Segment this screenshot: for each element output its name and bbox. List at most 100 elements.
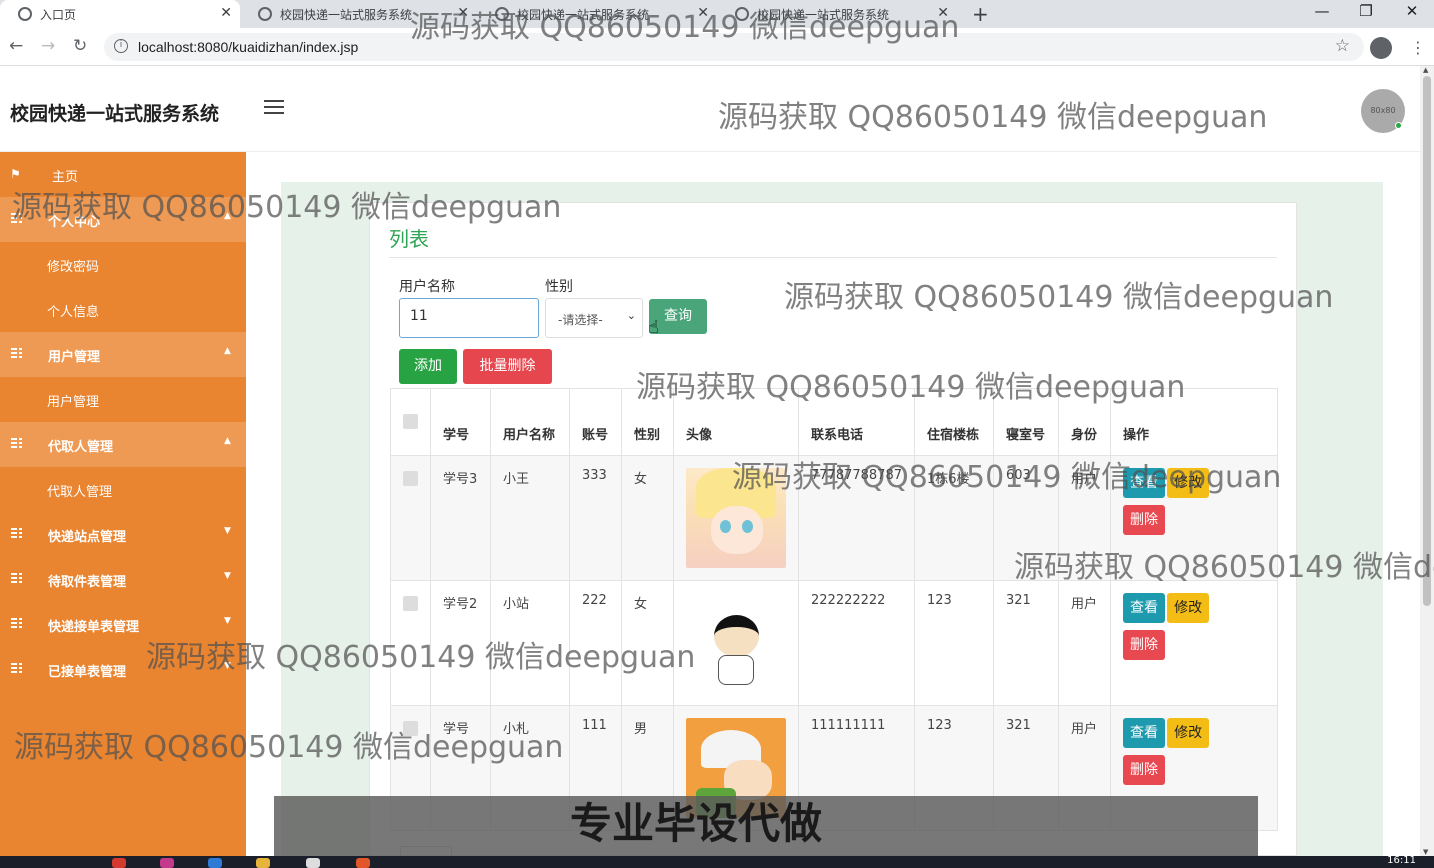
browser-tab[interactable]: 入口页 ✕ [0,0,240,28]
browser-tab[interactable]: 校园快递一站式服务系统 ✕ [240,0,477,28]
cell-actions: 查看 修改 删除 [1110,455,1278,581]
browser-tab-bar: 入口页 ✕ 校园快递一站式服务系统 ✕ 校园快递一站式服务系统 ✕ 校园快递一站… [0,0,1434,28]
scrollbar-thumb[interactable] [1423,76,1431,606]
address-bar[interactable]: i localhost:8080/kuaidizhan/index.jsp ☆ [104,33,1364,61]
delete-button[interactable]: 删除 [1123,630,1165,660]
taskbar-app-icon[interactable] [256,858,270,868]
card-title: 列表 [389,227,429,251]
edit-button[interactable]: 修改 [1167,468,1210,498]
row-checkbox[interactable] [403,721,418,736]
gender-select[interactable]: -请选择- ⌄ [545,298,643,338]
hamburger-icon[interactable] [264,100,284,118]
sidebar-item-personal-info[interactable]: 个人信息 [0,287,246,332]
browser-tab[interactable]: 校园快递一站式服务系统 ✕ [477,0,717,28]
info-icon[interactable]: i [114,39,128,53]
sidebar-group-users[interactable]: 用户管理 ▲ [0,332,246,377]
view-button[interactable]: 查看 [1123,468,1165,498]
sidebar-group-pickup[interactable]: 待取件表管理 ▼ [0,557,246,602]
close-icon[interactable]: ✕ [220,5,232,21]
sidebar-group-stations[interactable]: 快递站点管理 ▼ [0,512,246,557]
gender-label: 性别 [545,279,573,295]
os-taskbar: 16:11 [0,855,1434,868]
sidebar-group-couriers[interactable]: 代取人管理 ▲ [0,422,246,467]
sidebar-group-personal[interactable]: 个人中心 ▲ [0,197,246,242]
table-row: 学号2 小站 222 女 222222222 123 321 用户 查看 修改 … [390,580,1278,706]
sidebar-group-orders[interactable]: 快递接单表管理 ▼ [0,602,246,647]
column-header: 身份 [1058,388,1111,456]
user-avatar-image[interactable] [686,468,786,568]
column-header: 住宿楼栋 [914,388,994,456]
close-icon[interactable]: ✕ [457,5,469,21]
browser-menu-icon[interactable]: ⋮ [1410,38,1426,57]
profile-icon[interactable] [1370,37,1392,59]
table-header-row: 学号 用户名称 账号 性别 头像 联系电话 住宿楼栋 寝室号 身份 操作 [390,388,1278,456]
view-button[interactable]: 查看 [1123,718,1165,748]
restore-icon[interactable]: ❐ [1346,2,1386,20]
url-text[interactable]: localhost:8080/kuaidizhan/index.jsp [138,39,358,55]
sidebar: ⚑ 主页 个人中心 ▲ 修改密码 个人信息 用户管理 ▲ 用户管理 代取人管理 … [0,152,246,856]
cell-phone: 77787788787 [798,455,915,581]
taskbar-app-icon[interactable] [160,858,174,868]
delete-button[interactable]: 删除 [1123,505,1165,535]
column-header: 头像 [673,388,799,456]
sidebar-item-home[interactable]: ⚑ 主页 [0,152,246,197]
scroll-down-icon[interactable]: ▼ [1423,848,1428,856]
column-header: 联系电话 [798,388,915,456]
add-button[interactable]: 添加 [399,349,457,384]
minimize-icon[interactable]: — [1302,2,1342,20]
chevron-up-icon: ▲ [224,346,231,356]
row-select-cell [390,580,431,706]
browser-tab[interactable]: 校园快递一站式服务系统 ✕ [717,0,957,28]
close-icon[interactable]: ✕ [937,5,949,21]
sidebar-item-couriers[interactable]: 代取人管理 [0,467,246,512]
username-search-input[interactable]: 11 [399,298,539,338]
avatar[interactable]: 80x80 [1361,89,1405,133]
taskbar-app-icon[interactable] [306,858,320,868]
cell-xuehao: 学号2 [430,580,491,706]
cell-name: 小王 [490,455,570,581]
page-scrollbar[interactable]: ▲ ▼ [1420,66,1434,856]
sidebar-item-users[interactable]: 用户管理 [0,377,246,422]
new-tab-icon[interactable]: + [972,2,989,26]
user-table: 学号 用户名称 账号 性别 头像 联系电话 住宿楼栋 寝室号 身份 操作 学号3… [390,388,1278,831]
forward-icon[interactable]: → [41,36,55,56]
list-card: 列表 用户名称 性别 11 -请选择- ⌄ 查询 ☝ 添加 批量删除 学号 用户… [369,202,1297,856]
app-title: 校园快递一站式服务系统 [10,103,220,125]
browser-toolbar: ← → ↻ i localhost:8080/kuaidizhan/index.… [0,28,1434,66]
reload-icon[interactable]: ↻ [73,36,87,56]
taskbar-app-icon[interactable] [208,858,222,868]
edit-button[interactable]: 修改 [1167,593,1210,623]
back-icon[interactable]: ← [9,36,23,56]
taskbar-app-icon[interactable] [112,858,126,868]
grid-icon [11,573,23,583]
cell-room: 321 [993,580,1059,706]
bookmark-star-icon[interactable]: ☆ [1335,36,1350,56]
scroll-up-icon[interactable]: ▲ [1423,66,1428,74]
sidebar-group-accepted[interactable]: 已接单表管理 ▼ [0,647,246,692]
cell-avatar [673,580,799,706]
grid-icon [11,213,23,223]
user-avatar-image[interactable] [686,593,786,693]
delete-button[interactable]: 删除 [1123,755,1165,785]
cell-phone: 222222222 [798,580,915,706]
cell-xuehao: 学号3 [430,455,491,581]
cell-role: 用户 [1058,455,1111,581]
edit-button[interactable]: 修改 [1167,718,1210,748]
batch-delete-button[interactable]: 批量删除 [463,349,552,384]
select-all-checkbox[interactable] [403,414,418,429]
taskbar-app-icon[interactable] [356,858,370,868]
sidebar-item-change-password[interactable]: 修改密码 [0,242,246,287]
column-header: 性别 [621,388,674,456]
cell-gender: 女 [621,580,674,706]
row-checkbox[interactable] [403,596,418,611]
view-button[interactable]: 查看 [1123,593,1165,623]
close-icon[interactable]: ✕ [697,5,709,21]
chevron-down-icon: ▼ [224,571,231,581]
chevron-down-icon: ▼ [224,661,231,671]
table-row: 学号3 小王 333 女 77787788787 1栋6楼 603 用户 查看 … [390,455,1278,581]
row-checkbox[interactable] [403,471,418,486]
grid-icon [11,663,23,673]
window-close-icon[interactable]: ✕ [1392,2,1432,20]
taskbar-clock: 16:11 [1387,855,1416,866]
globe-icon [495,7,509,21]
